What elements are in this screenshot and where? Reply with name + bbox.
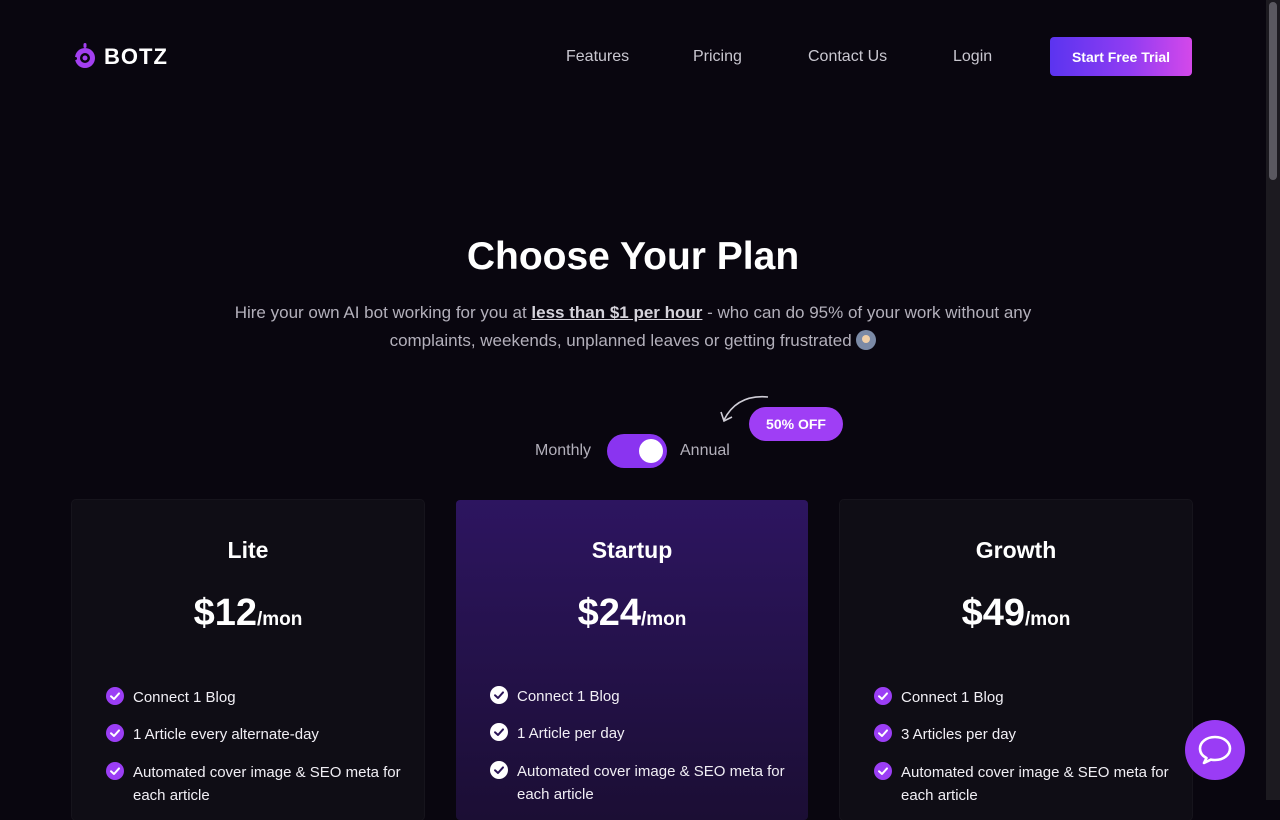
plan-feature: Automated cover image & SEO meta for eac… <box>874 761 1171 807</box>
feature-text: Connect 1 Blog <box>901 689 1004 706</box>
plan-card-lite: Lite $12/mon Connect 1 Blog 1 Article ev… <box>72 500 424 820</box>
plan-price: $24/mon <box>456 592 808 635</box>
plan-price: $12/mon <box>72 592 424 635</box>
feature-text: Automated cover image & SEO meta for eac… <box>517 763 785 803</box>
plan-name: Lite <box>227 537 269 563</box>
plan-feature: 1 Article per day <box>490 722 787 745</box>
feature-text: Automated cover image & SEO meta for eac… <box>901 764 1169 804</box>
check-circle-icon <box>490 686 508 704</box>
plan-name: Startup <box>591 537 673 563</box>
check-circle-icon <box>874 724 892 742</box>
feature-text: Automated cover image & SEO meta for eac… <box>133 764 401 804</box>
plan-feature: 1 Article every alternate-day <box>106 723 403 746</box>
nav-contact-us[interactable]: Contact Us <box>808 48 887 66</box>
feature-text: 1 Article every alternate-day <box>133 726 319 743</box>
subtitle-highlight: less than $1 per hour <box>531 303 703 322</box>
feature-text: Connect 1 Blog <box>133 689 236 706</box>
price-period: /mon <box>257 609 303 630</box>
page-title: Choose Your Plan <box>466 235 800 278</box>
discount-badge: 50% OFF <box>749 407 843 441</box>
check-circle-icon <box>490 761 508 779</box>
plan-card-startup: Startup $24/mon Connect 1 Blog 1 Article… <box>456 500 808 820</box>
plan-price: $49/mon <box>840 592 1192 635</box>
start-free-trial-button[interactable]: Start Free Trial <box>1050 37 1192 76</box>
nav-pricing[interactable]: Pricing <box>693 48 742 66</box>
plan-feature: 3 Articles per day <box>874 723 1171 746</box>
billing-annual-label[interactable]: Annual <box>680 442 730 460</box>
plan-feature: Connect 1 Blog <box>106 686 403 709</box>
chat-bubble-icon <box>1198 735 1232 765</box>
check-circle-icon <box>106 687 124 705</box>
price-amount: $49 <box>961 592 1025 634</box>
price-amount: $24 <box>577 592 641 634</box>
billing-monthly-label[interactable]: Monthly <box>535 442 591 460</box>
toggle-knob <box>639 439 663 463</box>
scrollbar-thumb[interactable] <box>1269 2 1277 180</box>
plan-feature: Automated cover image & SEO meta for eac… <box>106 761 403 807</box>
feature-text: Connect 1 Blog <box>517 688 620 705</box>
page-subtitle: Hire your own AI bot working for you at … <box>233 299 1033 355</box>
price-period: /mon <box>641 609 687 630</box>
subtitle-text-pre: Hire your own AI bot working for you at <box>234 303 532 322</box>
plan-feature: Connect 1 Blog <box>874 686 1171 709</box>
check-circle-icon <box>106 724 124 742</box>
check-circle-icon <box>490 723 508 741</box>
check-circle-icon <box>106 762 124 780</box>
check-circle-icon <box>874 762 892 780</box>
price-period: /mon <box>1025 609 1071 630</box>
billing-toggle[interactable] <box>607 434 667 468</box>
nav-features[interactable]: Features <box>566 48 629 66</box>
plan-card-growth: Growth $49/mon Connect 1 Blog 3 Articles… <box>840 500 1192 820</box>
plan-name: Growth <box>975 537 1057 563</box>
plan-feature: Automated cover image & SEO meta for eac… <box>490 760 787 806</box>
chat-widget-button[interactable] <box>1185 720 1245 780</box>
page-scrollbar[interactable] <box>1266 0 1280 800</box>
nav-login[interactable]: Login <box>953 48 992 66</box>
check-circle-icon <box>874 687 892 705</box>
person-emoji-icon <box>856 330 877 350</box>
feature-text: 1 Article per day <box>517 725 625 742</box>
price-amount: $12 <box>193 592 257 634</box>
feature-text: 3 Articles per day <box>901 726 1017 743</box>
plan-feature: Connect 1 Blog <box>490 685 787 708</box>
